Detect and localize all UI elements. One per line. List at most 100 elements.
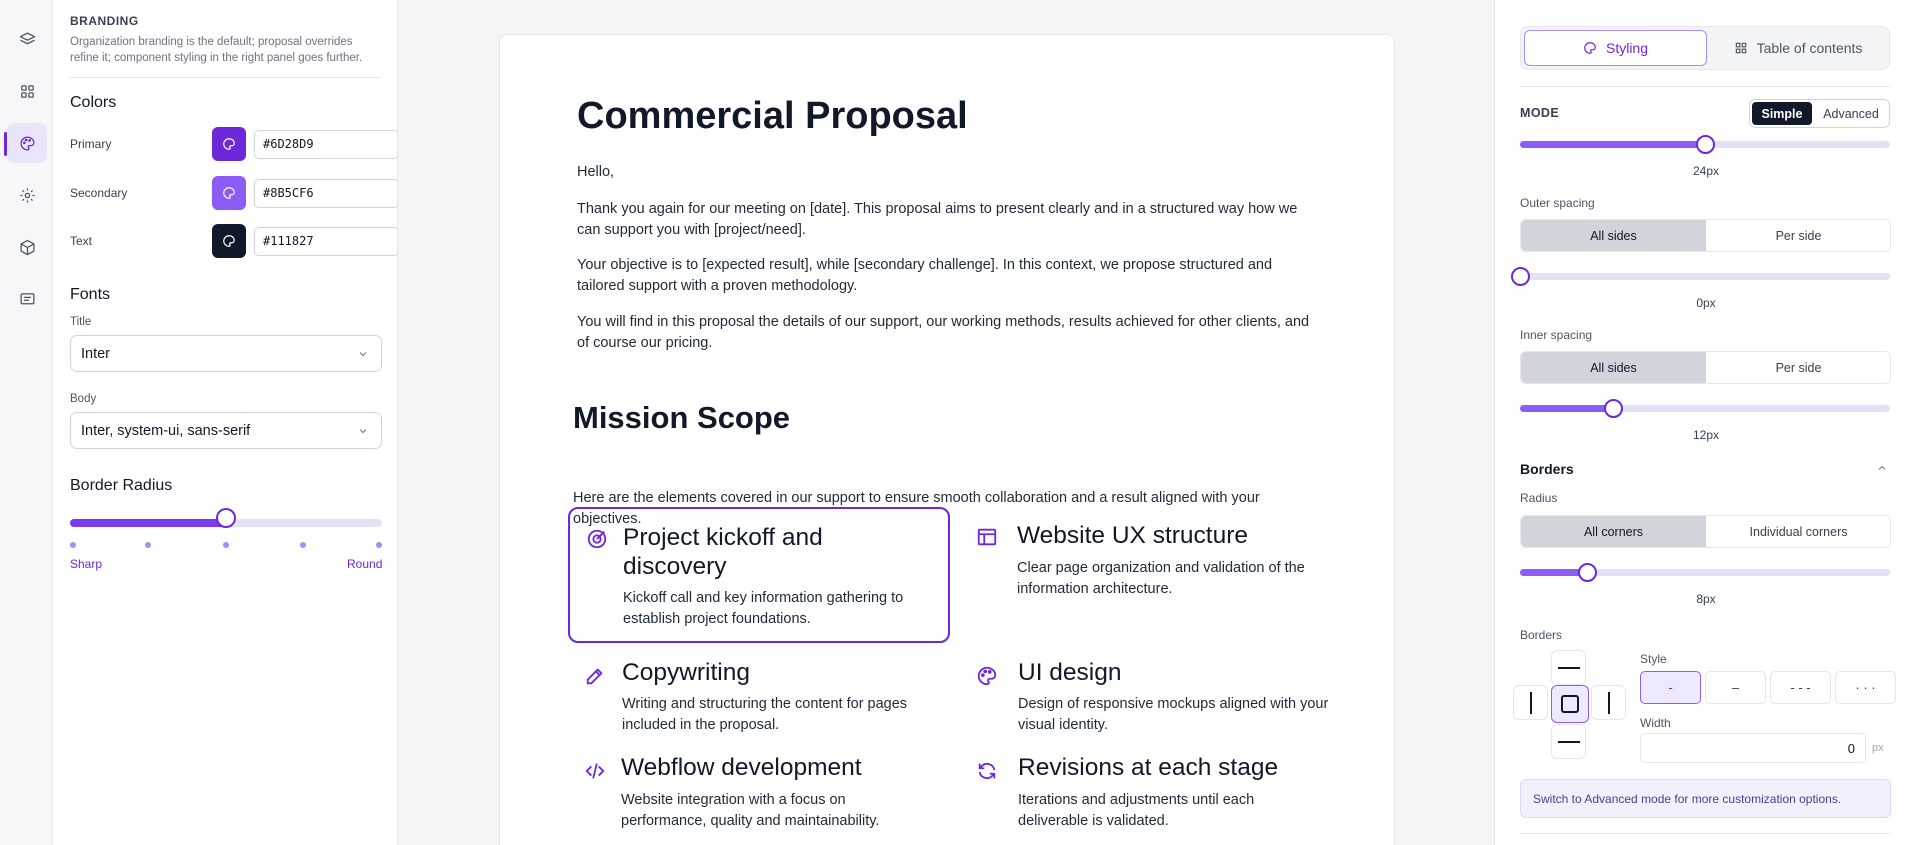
mission-card-ux[interactable]: Website UX structure Clear page organiza… xyxy=(960,507,1340,643)
color-label: Primary xyxy=(70,137,112,151)
border-radius-heading: Border Radius xyxy=(70,477,173,494)
color-row-secondary: Secondary #8B5CF6 xyxy=(70,176,399,210)
outer-spacing-label: Outer spacing xyxy=(1520,196,1595,210)
radius-individual-corners[interactable]: Individual corners xyxy=(1706,516,1891,547)
color-row-primary: Primary #6D28D9 xyxy=(70,127,399,161)
border-width-input[interactable]: 0 xyxy=(1640,733,1866,763)
slider-thumb[interactable] xyxy=(1603,399,1623,418)
mission-scope-title[interactable]: Mission Scope xyxy=(573,400,790,436)
mission-card-kickoff[interactable]: Project kickoff and discovery Kickoff ca… xyxy=(568,507,950,643)
pencil-icon xyxy=(584,665,606,687)
style-label: Style xyxy=(1640,652,1667,666)
intro-paragraph[interactable]: Thank you again for our meeting on [date… xyxy=(577,199,1317,241)
palette-icon[interactable] xyxy=(7,123,47,163)
card-title: UI design xyxy=(1018,659,1122,686)
color-hex-input[interactable]: #8B5CF6 xyxy=(254,179,399,208)
radius-all-corners[interactable]: All corners xyxy=(1521,516,1706,547)
slider-fill xyxy=(1520,405,1613,412)
inner-spacing-toggle: All sides Per side xyxy=(1520,351,1891,384)
mission-card-revisions[interactable]: Revisions at each stage Iterations and a… xyxy=(960,749,1340,845)
border-style-solid[interactable]: - xyxy=(1640,671,1701,704)
outer-per-side[interactable]: Per side xyxy=(1706,220,1891,251)
inner-per-side[interactable]: Per side xyxy=(1706,352,1891,383)
slider-step xyxy=(223,542,229,548)
slider-step xyxy=(145,542,151,548)
gear-icon[interactable] xyxy=(7,175,47,215)
color-swatch-secondary[interactable] xyxy=(212,176,246,210)
branding-title: BRANDING xyxy=(70,14,139,28)
border-top-button[interactable] xyxy=(1551,650,1586,685)
message-icon[interactable] xyxy=(7,279,47,319)
mission-card-copywriting[interactable]: Copywriting Writing and structuring the … xyxy=(568,648,950,746)
color-hex-input[interactable]: #6D28D9 xyxy=(254,130,399,159)
slider-step xyxy=(376,542,382,548)
color-row-text: Text #111827 xyxy=(70,224,399,258)
border-style-dotted[interactable]: · · · xyxy=(1835,671,1896,704)
target-icon xyxy=(586,528,608,550)
inner-spacing-value: 12px xyxy=(1692,428,1720,442)
card-description: Writing and structuring the content for … xyxy=(622,696,908,733)
slider-thumb[interactable] xyxy=(1511,267,1530,286)
border-left-button[interactable] xyxy=(1513,685,1548,720)
box-icon[interactable] xyxy=(7,227,47,267)
panel-tabs: Styling Table of contents xyxy=(1520,26,1890,70)
radius-toggle: All corners Individual corners xyxy=(1520,515,1891,548)
colors-heading: Colors xyxy=(70,94,117,111)
mission-card-webflow[interactable]: Webflow development Website integration … xyxy=(568,749,950,845)
border-bottom-button[interactable] xyxy=(1551,724,1586,759)
grid-icon[interactable] xyxy=(7,71,47,111)
card-title: Webflow development xyxy=(621,754,862,781)
color-swatch-text[interactable] xyxy=(212,224,246,258)
advanced-mode-hint: Switch to Advanced mode for more customi… xyxy=(1520,779,1891,818)
tab-styling[interactable]: Styling xyxy=(1524,30,1707,66)
code-icon xyxy=(584,760,606,782)
tab-label: Styling xyxy=(1605,40,1649,56)
border-bottom-icon xyxy=(1557,740,1580,743)
document-title[interactable]: Commercial Proposal xyxy=(577,95,968,138)
palette-icon xyxy=(223,235,235,247)
title-font-select[interactable]: Inter xyxy=(70,335,382,372)
border-all-button[interactable] xyxy=(1551,685,1589,723)
inner-all-sides[interactable]: All sides xyxy=(1521,352,1706,383)
border-style-dashed[interactable]: - - - xyxy=(1770,671,1831,704)
body-font-value: Inter, system-ui, sans-serif xyxy=(81,423,251,439)
mission-card-ui-design[interactable]: UI design Design of responsive mockups a… xyxy=(960,648,1340,746)
slider-thumb[interactable] xyxy=(216,508,236,528)
slider-fill xyxy=(70,519,226,527)
divider xyxy=(1520,833,1890,834)
card-description: Design of responsive mockups aligned wit… xyxy=(1018,696,1329,733)
inner-spacing-slider[interactable] xyxy=(1520,405,1890,412)
tab-table-of-contents[interactable]: Table of contents xyxy=(1709,30,1887,66)
greeting[interactable]: Hello, xyxy=(577,162,1317,183)
border-right-button[interactable] xyxy=(1591,685,1626,720)
radius-label: Radius xyxy=(1520,491,1558,505)
icon-rail xyxy=(0,0,53,845)
card-title: Project kickoff and discovery xyxy=(623,524,823,580)
slider-thumb[interactable] xyxy=(1577,563,1597,582)
title-font-label: Title xyxy=(70,316,92,328)
mode-advanced[interactable]: Advanced xyxy=(1814,102,1888,125)
grid-icon xyxy=(1735,42,1746,54)
card-title: Revisions at each stage xyxy=(1018,754,1279,781)
radius-slider[interactable] xyxy=(1520,569,1890,576)
mode-simple[interactable]: Simple xyxy=(1752,102,1812,125)
body-font-label: Body xyxy=(70,393,97,405)
outer-all-sides[interactable]: All sides xyxy=(1521,220,1706,251)
outer-spacing-slider[interactable] xyxy=(1520,273,1890,280)
color-swatch-primary[interactable] xyxy=(212,127,246,161)
radius-value: 8px xyxy=(1696,592,1716,606)
palette-icon xyxy=(976,665,998,687)
layers-icon[interactable] xyxy=(7,19,47,59)
card-title: Copywriting xyxy=(622,659,750,686)
color-hex-input[interactable]: #111827 xyxy=(254,227,399,256)
objective-paragraph[interactable]: Your objective is to [expected result], … xyxy=(577,255,1317,297)
chevron-up-icon[interactable] xyxy=(1876,462,1888,474)
border-style-short[interactable]: – xyxy=(1705,671,1766,704)
details-paragraph[interactable]: You will find in this proposal the detai… xyxy=(577,312,1317,354)
body-font-select[interactable]: Inter, system-ui, sans-serif xyxy=(70,412,382,449)
card-title: Website UX structure xyxy=(1017,522,1249,549)
width-unit: px xyxy=(1872,742,1884,754)
chevron-down-icon xyxy=(359,429,367,434)
slider-thumb[interactable] xyxy=(1696,135,1715,154)
mode-label: MODE xyxy=(1520,106,1560,120)
